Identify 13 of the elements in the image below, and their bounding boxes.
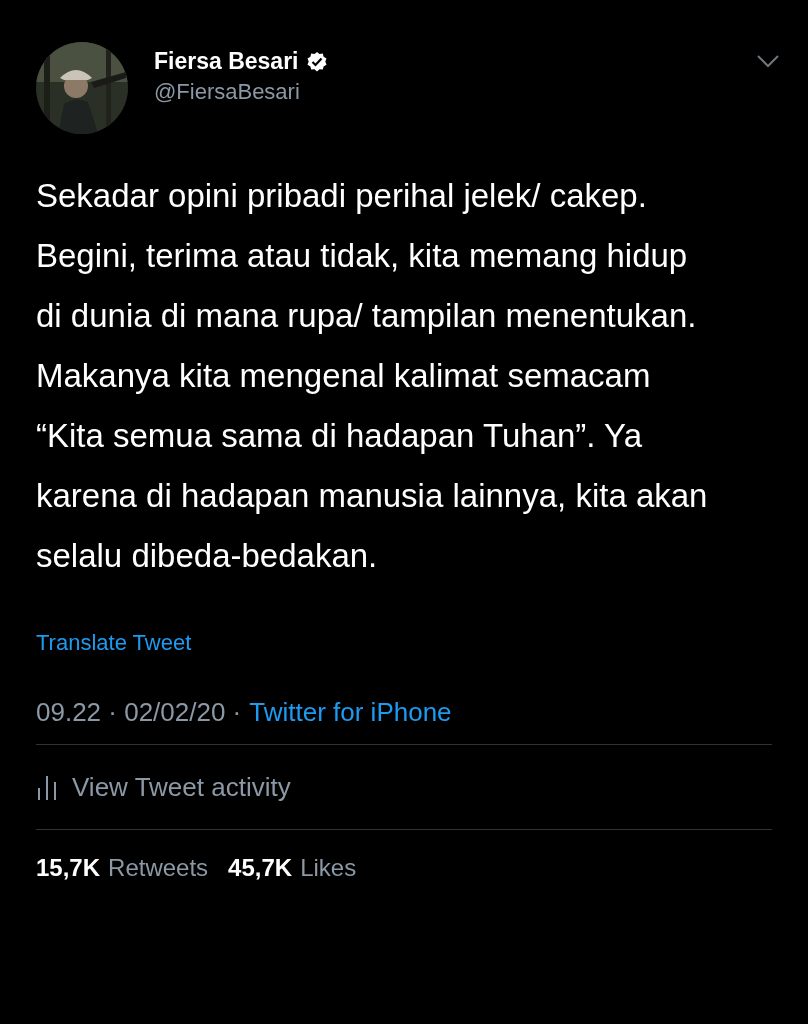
- author-name[interactable]: Fiersa Besari: [154, 48, 299, 75]
- chevron-down-icon[interactable]: [756, 54, 780, 68]
- translate-link[interactable]: Translate Tweet: [36, 630, 192, 656]
- stat-label[interactable]: Likes: [300, 854, 357, 882]
- tweet-text: Sekadar opini pribadi perihal jelek/ cakep. Begini, terima atau tidak, kita memang hidup di dunia di mana rupa/ tampilan menentukan. Makanya kita mengenal kalimat semacam “Kita semua sama di hadapan Tuhan”. Ya karena di hadapan manusia lainnya, kita akan selalu dibeda-bedakan.: [36, 176, 709, 576]
- activity-link[interactable]: View Tweet activity: [36, 745, 772, 829]
- stat-count: 45,7K: [228, 854, 293, 882]
- stat-count: 15,7K: [36, 854, 101, 882]
- bar-chart-icon: [36, 774, 58, 800]
- stat-label[interactable]: Retweets: [108, 854, 209, 882]
- author-handle[interactable]: @FiersaBesari: [154, 79, 730, 105]
- tweet-timestamp: 09.22 · 02/02/20 ·: [36, 696, 242, 728]
- source-link[interactable]: Twitter for iPhone: [249, 696, 452, 728]
